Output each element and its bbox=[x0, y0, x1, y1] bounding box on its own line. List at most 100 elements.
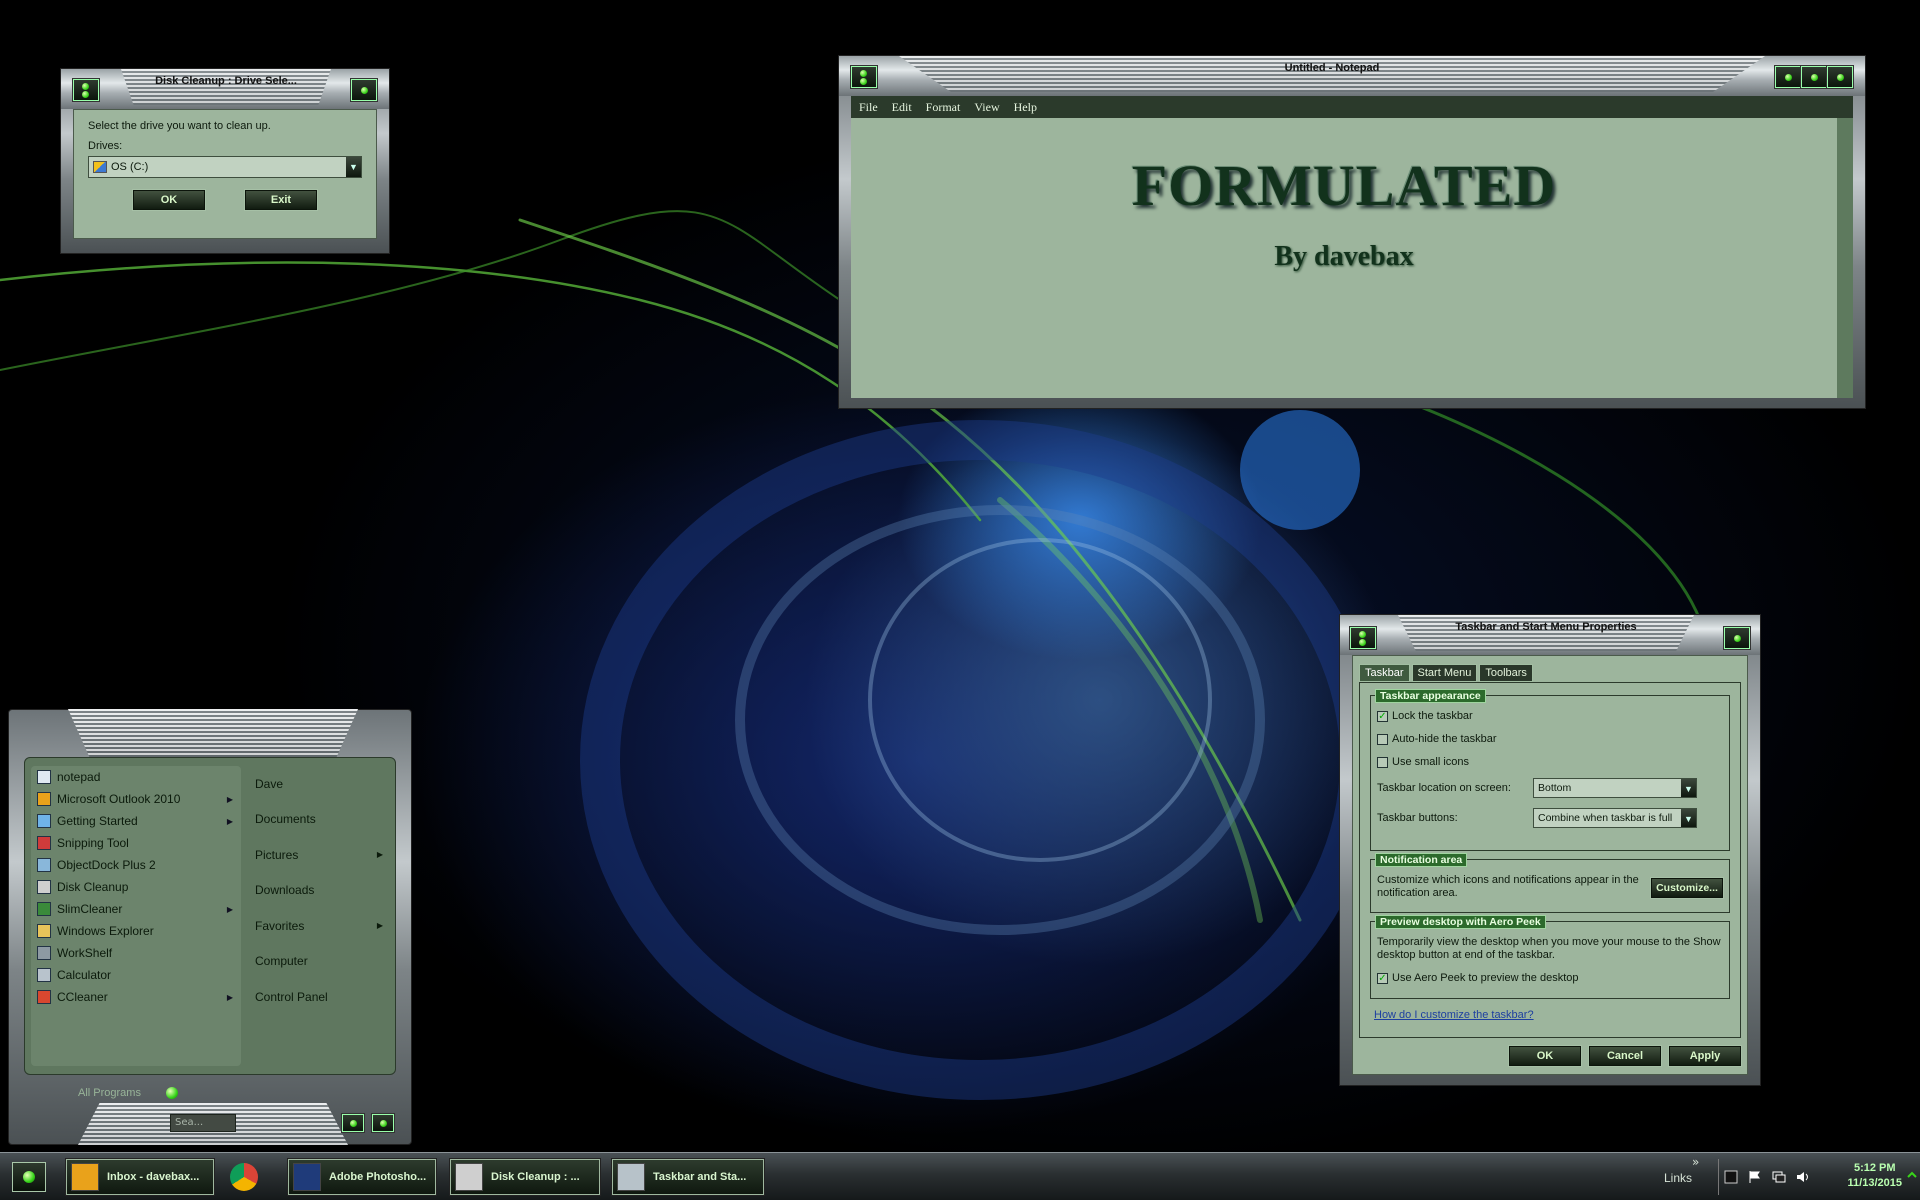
ok-button[interactable]: OK bbox=[132, 189, 206, 211]
place-item[interactable]: Dave bbox=[247, 766, 389, 802]
place-item[interactable]: Favorites ▶ bbox=[247, 908, 389, 944]
action-center-flag-icon[interactable] bbox=[1748, 1170, 1762, 1184]
outlook-icon bbox=[37, 792, 51, 806]
taskbar-button[interactable] bbox=[226, 1159, 276, 1195]
program-item[interactable]: notepad bbox=[31, 766, 241, 788]
program-label: ObjectDock Plus 2 bbox=[57, 858, 156, 872]
taskbar-button[interactable]: Inbox - davebax... bbox=[65, 1158, 215, 1196]
help-link[interactable]: How do I customize the taskbar? bbox=[1374, 1009, 1534, 1021]
tab-taskbar[interactable]: Taskbar bbox=[1359, 664, 1410, 682]
search-input[interactable]: Sea... bbox=[170, 1114, 236, 1132]
close-button[interactable] bbox=[351, 79, 377, 101]
small-icons-checkbox[interactable] bbox=[1377, 756, 1388, 768]
outlook-icon bbox=[71, 1163, 99, 1191]
menu-view[interactable]: View bbox=[966, 100, 1005, 115]
program-item[interactable]: Snipping Tool bbox=[31, 832, 241, 854]
taskbar-button[interactable]: Taskbar and Sta... bbox=[611, 1158, 765, 1196]
place-item[interactable]: Control Panel bbox=[247, 979, 389, 1015]
vertical-scrollbar[interactable] bbox=[1837, 118, 1853, 398]
chevron-down-icon[interactable]: ▼ bbox=[1681, 809, 1696, 827]
menu-format[interactable]: Format bbox=[918, 100, 967, 115]
system-menu-button[interactable] bbox=[73, 79, 99, 101]
chevron-down-icon[interactable]: ▼ bbox=[1681, 779, 1696, 797]
program-item[interactable]: CCleaner ▶ bbox=[31, 986, 241, 1008]
place-label: Dave bbox=[255, 776, 284, 791]
place-item[interactable]: Pictures ▶ bbox=[247, 837, 389, 873]
objectdock-icon bbox=[37, 858, 51, 872]
all-programs[interactable]: All Programs bbox=[78, 1087, 141, 1099]
ccleaner-icon bbox=[37, 990, 51, 1004]
autohide-checkbox[interactable] bbox=[1377, 733, 1388, 745]
program-item[interactable]: Disk Cleanup bbox=[31, 876, 241, 898]
taskbar-appearance-group: Taskbar appearance ✓ Lock the taskbar Au… bbox=[1370, 689, 1730, 851]
taskbar-button[interactable]: Adobe Photosho... bbox=[287, 1158, 437, 1196]
tab-toolbars[interactable]: Toolbars bbox=[1479, 664, 1533, 682]
system-menu-button[interactable] bbox=[851, 66, 877, 88]
menu-edit[interactable]: Edit bbox=[884, 100, 918, 115]
program-item[interactable]: SlimCleaner ▶ bbox=[31, 898, 241, 920]
apply-button[interactable]: Apply bbox=[1668, 1045, 1742, 1067]
program-item[interactable]: ObjectDock Plus 2 bbox=[31, 854, 241, 876]
submenu-arrow-icon: ▶ bbox=[226, 816, 233, 826]
program-label: Snipping Tool bbox=[57, 836, 129, 850]
place-item[interactable]: Documents bbox=[247, 802, 389, 838]
chevron-down-icon[interactable]: ▼ bbox=[346, 157, 361, 177]
autohide-row[interactable]: Auto-hide the taskbar bbox=[1377, 733, 1497, 745]
program-label: Disk Cleanup bbox=[57, 880, 129, 894]
aero-peek-row[interactable]: ✓ Use Aero Peek to preview the desktop bbox=[1377, 972, 1579, 984]
notification-text: Customize which icons and notifications … bbox=[1377, 874, 1639, 899]
system-menu-button[interactable] bbox=[1350, 627, 1376, 649]
submenu-arrow-icon: ▶ bbox=[376, 921, 383, 931]
lock-taskbar-checkbox[interactable]: ✓ bbox=[1377, 710, 1388, 722]
links-toolbar[interactable]: Links bbox=[1664, 1171, 1692, 1185]
aero-peek-label: Use Aero Peek to preview the desktop bbox=[1392, 972, 1579, 984]
all-programs-arrow-icon[interactable] bbox=[166, 1087, 178, 1099]
program-item[interactable]: Calculator bbox=[31, 964, 241, 986]
menu-file[interactable]: File bbox=[851, 100, 884, 115]
place-item[interactable]: Computer bbox=[247, 944, 389, 980]
minimize-button[interactable] bbox=[1775, 66, 1801, 88]
menu-help[interactable]: Help bbox=[1006, 100, 1043, 115]
taskbar-button[interactable]: Disk Cleanup : ... bbox=[449, 1158, 601, 1196]
network-icon[interactable] bbox=[1772, 1170, 1786, 1184]
program-item[interactable]: Getting Started ▶ bbox=[31, 810, 241, 832]
show-desktop-icon[interactable] bbox=[1906, 1169, 1918, 1183]
program-item[interactable]: WorkShelf bbox=[31, 942, 241, 964]
volume-icon[interactable] bbox=[1796, 1170, 1810, 1184]
buttons-select[interactable]: Combine when taskbar is full ▼ bbox=[1533, 808, 1697, 828]
submenu-arrow-icon: ▶ bbox=[226, 904, 233, 914]
lock-taskbar-row[interactable]: ✓ Lock the taskbar bbox=[1377, 710, 1473, 722]
disk-cleanup-icon bbox=[455, 1163, 483, 1191]
shutdown-options-button[interactable] bbox=[372, 1114, 394, 1132]
program-item[interactable]: Windows Explorer bbox=[31, 920, 241, 942]
system-clock[interactable]: 5:12 PM 11/13/2015 bbox=[1848, 1161, 1902, 1191]
toolbar-chevron[interactable]: » bbox=[1692, 1155, 1699, 1169]
group-label: Taskbar appearance bbox=[1375, 689, 1486, 703]
dialog-buttons: OK Cancel Apply bbox=[1508, 1045, 1742, 1067]
program-item[interactable]: Microsoft Outlook 2010 ▶ bbox=[31, 788, 241, 810]
text-editor[interactable]: FORMULATED By davebax bbox=[851, 118, 1837, 398]
maximize-button[interactable] bbox=[1801, 66, 1827, 88]
program-label: Windows Explorer bbox=[57, 924, 154, 938]
place-item[interactable]: Downloads bbox=[247, 873, 389, 909]
ok-button[interactable]: OK bbox=[1508, 1045, 1582, 1067]
location-select[interactable]: Bottom ▼ bbox=[1533, 778, 1697, 798]
tray-divider bbox=[1718, 1159, 1719, 1195]
close-button[interactable] bbox=[1827, 66, 1853, 88]
close-button[interactable] bbox=[1724, 627, 1750, 649]
tab-start-menu[interactable]: Start Menu bbox=[1411, 664, 1478, 682]
start-button[interactable] bbox=[12, 1162, 46, 1192]
shutdown-button[interactable] bbox=[342, 1114, 364, 1132]
exit-button[interactable]: Exit bbox=[244, 189, 318, 211]
taskbar-button-label: Adobe Photosho... bbox=[329, 1171, 427, 1183]
small-icons-row[interactable]: Use small icons bbox=[1377, 756, 1469, 768]
taskbar-button-label: Inbox - davebax... bbox=[107, 1171, 200, 1183]
customize-button[interactable]: Customize... bbox=[1650, 877, 1724, 899]
prompt-text: Select the drive you want to clean up. bbox=[88, 120, 271, 132]
show-hidden-icons-icon[interactable] bbox=[1724, 1170, 1738, 1184]
aero-peek-checkbox[interactable]: ✓ bbox=[1377, 972, 1388, 984]
cancel-button[interactable]: Cancel bbox=[1588, 1045, 1662, 1067]
tab-page: Taskbar appearance ✓ Lock the taskbar Au… bbox=[1359, 682, 1741, 1038]
chrome-icon bbox=[230, 1163, 258, 1191]
drive-select[interactable]: OS (C:) ▼ bbox=[88, 156, 362, 178]
